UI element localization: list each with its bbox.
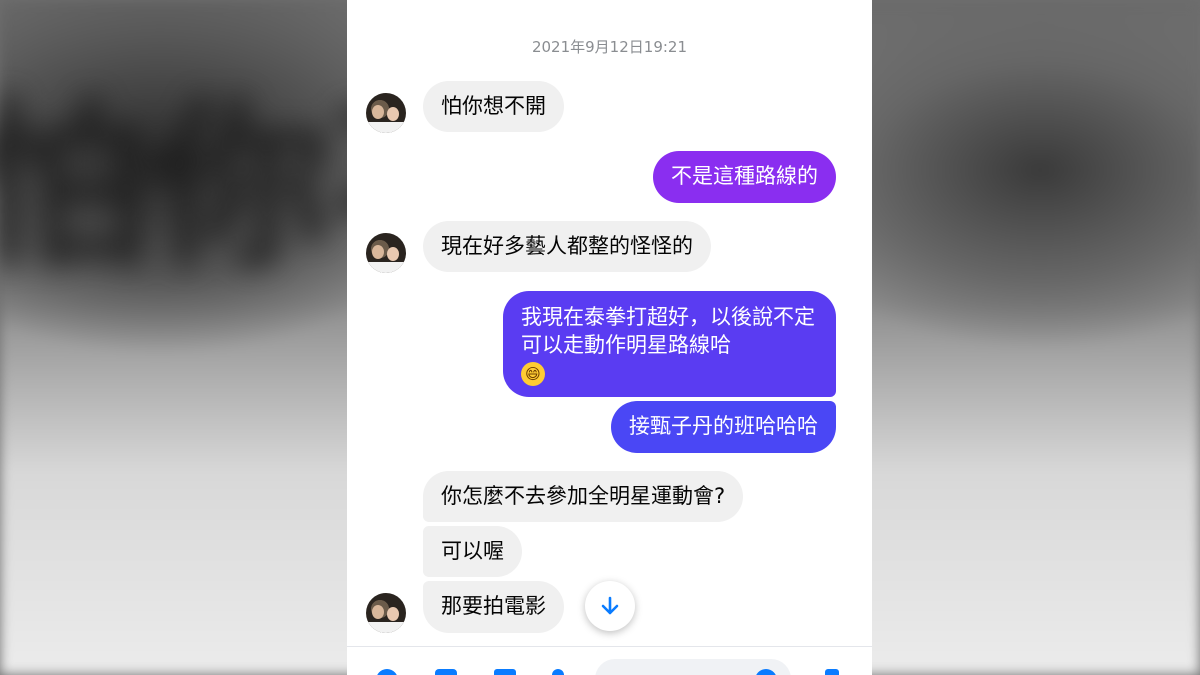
arrow-down-icon xyxy=(601,596,619,615)
sent-message-bubble[interactable]: 我現在泰拳打超好，以後說不定可以走動作明星路線哈 😄 xyxy=(503,291,836,397)
avatar-face xyxy=(387,247,399,261)
scroll-to-bottom-button[interactable] xyxy=(585,581,635,631)
like-icon[interactable] xyxy=(825,669,839,675)
avatar-shirt xyxy=(366,122,406,133)
sent-message-bubble[interactable]: 不是這種路線的 xyxy=(653,151,836,203)
received-message-bubble[interactable]: 那要拍電影 xyxy=(423,581,564,633)
avatar-face xyxy=(372,605,384,619)
chat-screen: 2021年9月12日19:21 怕你想不開 不是這種路線的 現在好多藝人都整的怪… xyxy=(347,0,872,675)
avatar-shirt xyxy=(366,622,406,633)
contact-avatar[interactable] xyxy=(366,233,406,273)
contact-avatar[interactable] xyxy=(366,593,406,633)
contact-avatar[interactable] xyxy=(366,93,406,133)
message-text: 我現在泰拳打超好，以後說不定可以走動作明星路線哈 xyxy=(521,305,815,357)
mic-icon[interactable] xyxy=(552,669,564,675)
grinning-emoji-icon: 😄 xyxy=(521,362,545,386)
sent-message-bubble[interactable]: 接甄子丹的班哈哈哈 xyxy=(611,401,836,453)
avatar-face xyxy=(372,105,384,119)
message-input[interactable] xyxy=(595,659,791,675)
menu-icon[interactable] xyxy=(376,669,398,675)
received-message-bubble[interactable]: 現在好多藝人都整的怪怪的 xyxy=(423,221,711,272)
message-timestamp: 2021年9月12日19:21 xyxy=(531,38,688,56)
composer-bar xyxy=(347,647,872,675)
received-message-bubble[interactable]: 你怎麼不去參加全明星運動會? xyxy=(423,471,744,522)
emoji-icon[interactable] xyxy=(755,669,777,675)
camera-icon[interactable] xyxy=(435,669,457,675)
avatar-face xyxy=(372,245,384,259)
received-message-bubble[interactable]: 可以喔 xyxy=(423,526,522,577)
received-message-bubble[interactable]: 怕你想不開 xyxy=(423,81,564,132)
image-icon[interactable] xyxy=(494,669,516,675)
avatar-face xyxy=(387,607,399,621)
avatar-face xyxy=(387,107,399,121)
avatar-shirt xyxy=(366,262,406,273)
